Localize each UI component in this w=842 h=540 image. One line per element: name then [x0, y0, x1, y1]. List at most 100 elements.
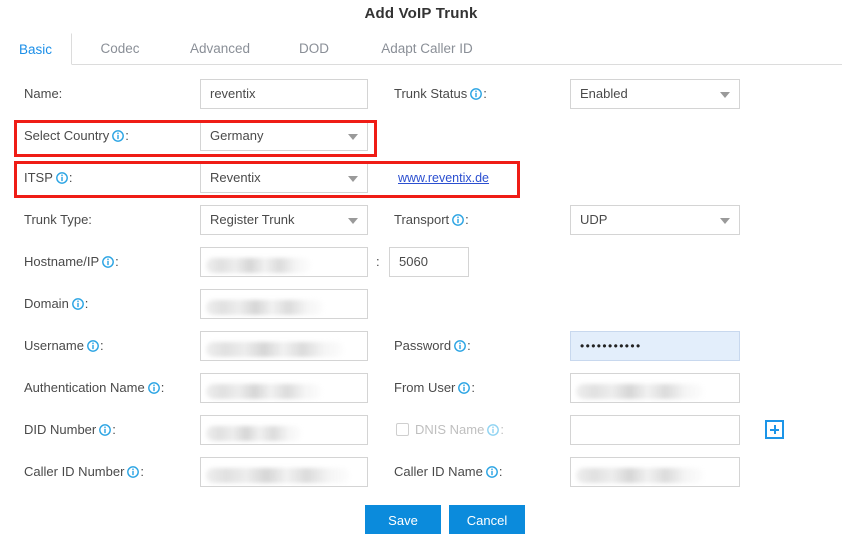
form-row-select-country: Select Country: Germany [0, 115, 842, 157]
chevron-down-icon [348, 134, 358, 140]
tab-basic[interactable]: Basic [0, 33, 72, 65]
name-input[interactable]: reventix [200, 79, 368, 109]
redacted-value [206, 300, 324, 315]
port-input[interactable]: 5060 [389, 247, 469, 277]
tab-advanced-label: Advanced [189, 41, 251, 56]
info-icon [458, 375, 471, 405]
info-icon [147, 375, 160, 405]
domain-label-text: Domain [24, 296, 69, 311]
itsp-label-text: ITSP [24, 170, 53, 185]
password-input-value: ••••••••••• [580, 339, 642, 353]
username-input[interactable] [200, 331, 368, 361]
info-icon [112, 123, 125, 153]
hostname-ip-label-text: Hostname/IP [24, 254, 100, 269]
port-separator: : [376, 254, 380, 269]
form-row-trunk-type: Trunk Type: Register Trunk Transport: UD… [0, 199, 842, 241]
page-title: Add VoIP Trunk [364, 5, 478, 22]
tab-dod-label: DOD [299, 41, 329, 56]
trunk-type-value: Register Trunk [210, 212, 295, 227]
info-icon [485, 459, 498, 489]
username-label-text: Username [24, 338, 84, 353]
name-input-value: reventix [210, 86, 256, 101]
dnis-name-label: DNIS Name: [415, 415, 504, 445]
caller-id-number-label: Caller ID Number: [24, 457, 144, 487]
redacted-value [206, 426, 302, 441]
info-icon [487, 417, 500, 447]
password-label: Password: [394, 331, 471, 361]
redacted-value [576, 468, 704, 483]
tab-advanced[interactable]: Advanced [170, 33, 270, 65]
redacted-value [206, 468, 350, 483]
trunk-type-label: Trunk Type: [24, 205, 92, 235]
tab-bar: Basic Codec Advanced DOD Adapt Caller ID [0, 33, 842, 65]
tab-codec-label: Codec [100, 41, 140, 56]
did-number-label-text: DID Number [24, 422, 97, 437]
info-icon [470, 81, 483, 111]
chevron-down-icon [720, 218, 730, 224]
dnis-name-input[interactable] [570, 415, 740, 445]
password-input[interactable]: ••••••••••• [570, 331, 740, 361]
tab-dod[interactable]: DOD [284, 33, 344, 65]
from-user-label-text: From User [394, 380, 456, 395]
itsp-label: ITSP: [24, 163, 73, 193]
from-user-input[interactable] [570, 373, 740, 403]
redacted-value [576, 384, 704, 399]
form-row-caller-id-number: Caller ID Number: Caller ID Name: [0, 451, 842, 493]
info-icon [71, 291, 84, 321]
chevron-down-icon [720, 92, 730, 98]
caller-id-name-input[interactable] [570, 457, 740, 487]
info-icon [56, 165, 68, 195]
info-icon [454, 333, 466, 363]
did-number-input[interactable] [200, 415, 368, 445]
port-input-value: 5060 [399, 254, 428, 269]
transport-label: Transport: [394, 205, 469, 235]
info-icon [127, 459, 140, 489]
authentication-name-label-text: Authentication Name [24, 380, 145, 395]
password-label-text: Password [394, 338, 452, 353]
itsp-website-link[interactable]: www.reventix.de [398, 163, 489, 193]
trunk-type-label-text: Trunk Type: [24, 212, 92, 227]
dnis-name-label-text: DNIS Name [415, 422, 485, 437]
itsp-dropdown[interactable]: Reventix [200, 163, 368, 193]
trunk-status-label-text: Trunk Status [394, 86, 468, 101]
info-icon [102, 249, 115, 279]
voip-trunk-form: Name: reventix Trunk Status: Enabled Sel… [0, 65, 842, 540]
tab-codec[interactable]: Codec [82, 33, 158, 65]
hostname-ip-input[interactable] [200, 247, 368, 277]
select-country-label-text: Select Country [24, 128, 110, 143]
info-icon [452, 207, 465, 237]
redacted-value [206, 258, 311, 273]
chevron-down-icon [348, 218, 358, 224]
caller-id-number-input[interactable] [200, 457, 368, 487]
form-row-domain: Domain: [0, 283, 842, 325]
form-row-itsp: ITSP: Reventix www.reventix.de [0, 157, 842, 199]
caller-id-name-label-text: Caller ID Name [394, 464, 483, 479]
chevron-down-icon [348, 176, 358, 182]
from-user-label: From User: [394, 373, 475, 403]
authentication-name-input[interactable] [200, 373, 368, 403]
dnis-name-checkbox[interactable] [396, 423, 409, 436]
name-label: Name: [24, 79, 62, 109]
save-button[interactable]: Save [365, 505, 441, 534]
hostname-ip-label: Hostname/IP: [24, 247, 119, 277]
redacted-value [206, 384, 322, 399]
trunk-status-select[interactable]: Enabled [570, 79, 740, 109]
transport-dropdown[interactable]: UDP [570, 205, 740, 235]
domain-input[interactable] [200, 289, 368, 319]
form-row-did-number: DID Number: DNIS Name: [0, 409, 842, 451]
add-dnis-row-button[interactable] [765, 420, 784, 439]
cancel-button[interactable]: Cancel [449, 505, 525, 534]
form-row-authentication-name: Authentication Name: From User: [0, 367, 842, 409]
caller-id-number-label-text: Caller ID Number [24, 464, 125, 479]
form-row-username: Username: Password: ••••••••••• [0, 325, 842, 367]
trunk-status-value: Enabled [580, 86, 628, 101]
tab-adapt-caller-id[interactable]: Adapt Caller ID [358, 33, 496, 65]
trunk-type-dropdown[interactable]: Register Trunk [200, 205, 368, 235]
username-label: Username: [24, 331, 104, 361]
tab-basic-label: Basic [18, 42, 52, 57]
domain-label: Domain: [24, 289, 88, 319]
transport-value: UDP [580, 212, 608, 227]
select-country-dropdown[interactable]: Germany [200, 121, 368, 151]
transport-label-text: Transport [394, 212, 450, 227]
info-icon [87, 333, 99, 363]
